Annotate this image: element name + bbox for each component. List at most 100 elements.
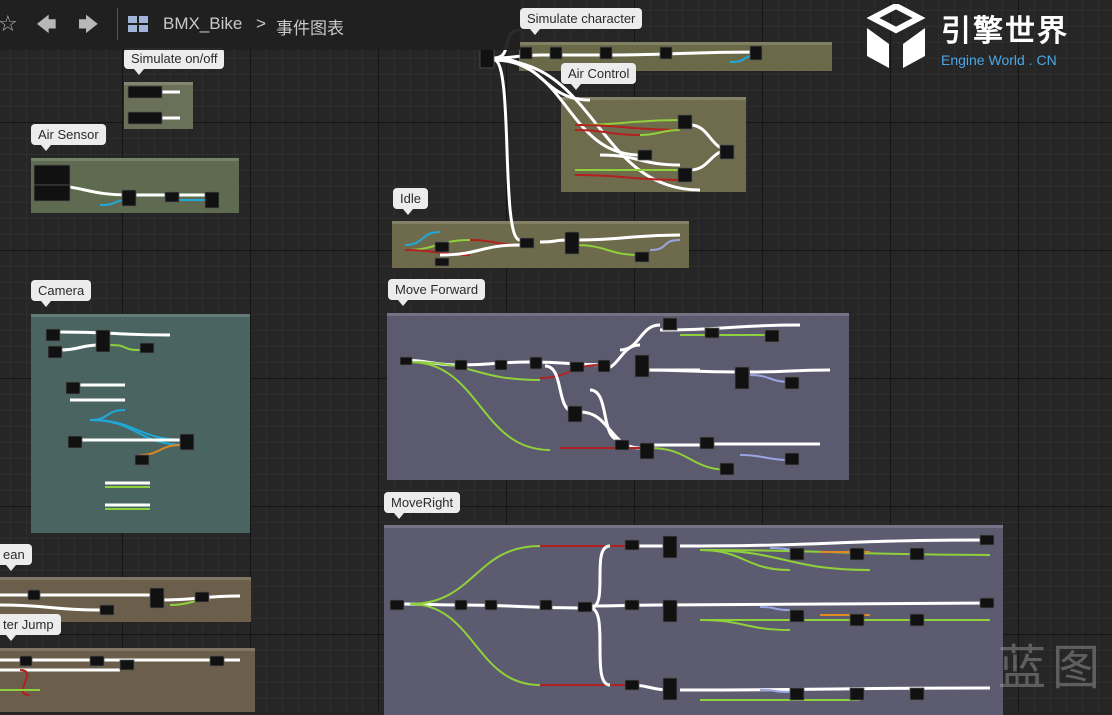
blueprint-node[interactable] [19, 655, 33, 667]
blueprint-node[interactable] [789, 687, 805, 701]
blueprint-node[interactable] [979, 534, 995, 546]
logo-mark-icon [866, 4, 926, 68]
blueprint-node[interactable] [599, 46, 613, 60]
blueprint-node[interactable] [179, 433, 195, 451]
comment-label-idle[interactable]: Idle [393, 188, 428, 215]
comment-label-after-jump[interactable]: ter Jump [0, 614, 61, 641]
blueprint-node[interactable] [909, 687, 925, 701]
wire [574, 124, 681, 131]
blueprint-node[interactable] [662, 535, 678, 559]
blueprint-node[interactable] [699, 436, 715, 450]
blueprint-node[interactable] [121, 189, 137, 207]
blueprint-node[interactable] [849, 547, 865, 561]
comment-label-air-sensor[interactable]: Air Sensor [31, 124, 106, 151]
star-icon[interactable]: ☆ [0, 12, 18, 37]
blueprint-node[interactable] [979, 597, 995, 609]
wire [544, 364, 576, 414]
blueprint-node[interactable] [662, 677, 678, 701]
blueprint-node[interactable] [67, 435, 83, 449]
blueprint-node[interactable] [33, 184, 71, 202]
blueprint-node[interactable] [139, 342, 155, 354]
blueprint-node[interactable] [784, 376, 800, 390]
blueprint-node[interactable] [677, 167, 693, 183]
blueprint-node[interactable] [47, 345, 63, 359]
blueprint-node[interactable] [637, 149, 653, 161]
blueprint-node[interactable] [639, 442, 655, 460]
arrow-left-icon[interactable]: 🡄 [36, 10, 57, 44]
blueprint-node[interactable] [33, 164, 71, 186]
blueprint-node[interactable] [519, 237, 535, 249]
blueprint-node[interactable] [764, 329, 780, 343]
blueprint-node[interactable] [454, 359, 468, 371]
blueprint-node[interactable] [95, 329, 111, 353]
blueprint-node[interactable] [614, 439, 630, 451]
blueprint-node[interactable] [564, 231, 580, 255]
breadcrumb-separator: > [256, 14, 266, 33]
blueprint-node[interactable] [399, 356, 413, 366]
blueprint-node[interactable] [577, 601, 593, 613]
comment-label-simulate-on-off[interactable]: Simulate on/off [124, 48, 225, 75]
blueprint-node[interactable] [662, 317, 678, 331]
breadcrumb-graph[interactable]: 事件图表 [276, 14, 344, 39]
breadcrumb-asset[interactable]: BMX_Bike [163, 14, 242, 34]
blueprint-node[interactable] [719, 462, 735, 476]
blueprint-node[interactable] [134, 454, 150, 466]
blueprint-node[interactable] [484, 599, 498, 611]
blueprint-node[interactable] [634, 354, 650, 378]
arrow-right-icon[interactable]: 🡆 [78, 10, 99, 44]
blueprint-node[interactable] [99, 604, 115, 616]
blueprint-node[interactable] [494, 359, 508, 371]
blueprint-node[interactable] [624, 539, 640, 551]
blueprint-node[interactable] [127, 85, 163, 99]
blueprint-node[interactable] [194, 591, 210, 603]
blueprint-node[interactable] [529, 356, 543, 370]
blueprint-node[interactable] [789, 547, 805, 561]
blueprint-node[interactable] [149, 587, 165, 609]
blueprint-node[interactable] [454, 599, 468, 611]
comment-label-lean[interactable]: ean [0, 544, 32, 571]
blueprint-node[interactable] [569, 361, 585, 373]
blueprint-node[interactable] [127, 111, 163, 125]
comment-label-move-right[interactable]: MoveRight [384, 492, 461, 519]
blueprint-node[interactable] [624, 599, 640, 611]
blueprint-node[interactable] [909, 613, 925, 627]
blueprint-node[interactable] [677, 114, 693, 130]
wire [639, 129, 681, 136]
blueprint-node[interactable] [624, 679, 640, 691]
blueprint-node[interactable] [849, 613, 865, 627]
blueprint-node[interactable] [519, 46, 533, 60]
blueprint-node[interactable] [634, 251, 650, 263]
blueprint-node[interactable] [89, 655, 105, 667]
blueprint-node[interactable] [434, 257, 450, 267]
blueprint-node[interactable] [164, 191, 180, 203]
blueprint-node[interactable] [119, 659, 135, 671]
graph-canvas[interactable]: Simulate on/off Simulate character Air S… [0, 0, 1112, 715]
blueprint-node[interactable] [209, 655, 225, 667]
blueprint-node[interactable] [734, 366, 750, 390]
blueprint-node[interactable] [749, 45, 763, 61]
blueprint-node[interactable] [719, 144, 735, 160]
comment-label-simulate-character[interactable]: Simulate character [520, 8, 643, 35]
blueprint-node[interactable] [65, 381, 81, 395]
wire [399, 602, 461, 607]
blueprint-node[interactable] [434, 241, 450, 253]
comment-label-move-forward[interactable]: Move Forward [388, 279, 486, 306]
blueprint-node[interactable] [597, 359, 611, 373]
blueprint-node[interactable] [789, 609, 805, 623]
blueprint-node[interactable] [662, 599, 678, 623]
blueprint-node[interactable] [389, 599, 405, 611]
blueprint-node[interactable] [659, 46, 673, 60]
comment-label-air-control[interactable]: Air Control [561, 63, 637, 90]
blueprint-node[interactable] [27, 589, 41, 601]
blueprint-node[interactable] [704, 327, 720, 339]
blueprint-node[interactable] [909, 547, 925, 561]
blueprint-node[interactable] [784, 452, 800, 466]
blueprint-node[interactable] [539, 599, 553, 611]
blueprint-node[interactable] [849, 687, 865, 701]
blueprint-node[interactable] [479, 47, 495, 69]
blueprint-node[interactable] [567, 405, 583, 423]
blueprint-node[interactable] [204, 191, 220, 209]
blueprint-node[interactable] [549, 46, 563, 60]
comment-label-camera[interactable]: Camera [31, 280, 92, 307]
blueprint-node[interactable] [45, 328, 61, 342]
